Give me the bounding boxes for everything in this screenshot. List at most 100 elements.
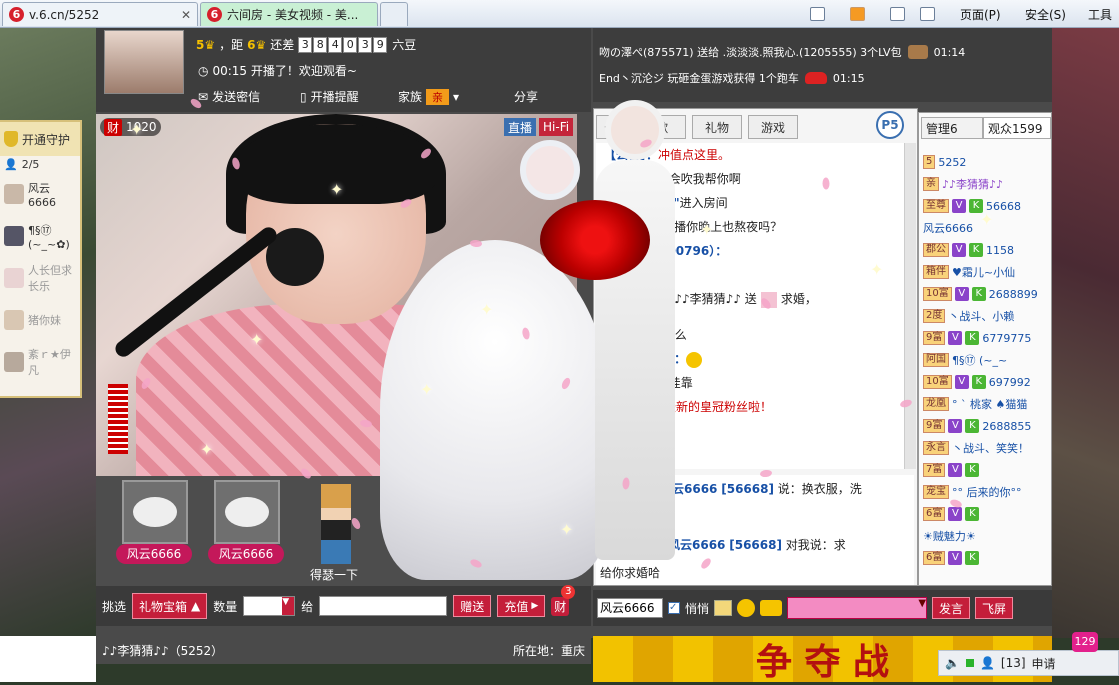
guard-slot[interactable]: 猪你妹 [0,299,80,341]
send-button[interactable]: 发言 [932,597,971,619]
user-row[interactable]: 6富 V K [923,505,982,523]
user-name: 5252 [938,155,967,169]
chat-author[interactable]: 我の唯①： [604,220,662,234]
user-row[interactable]: 9富 V K 2688855 [923,417,1031,435]
level-badge: 9富 [923,331,946,345]
remind-label: 开播提醒 [310,90,359,104]
feeds-button[interactable] [850,4,865,24]
user-row[interactable]: 9富 V K 6779775 [923,329,1031,347]
chat-author[interactable]: 风云6666 [668,538,725,552]
user-icon: 👤 [4,158,18,171]
smile-icon[interactable] [737,599,756,617]
user-row[interactable]: 郡公 V K 1158 [923,241,1014,259]
image-icon[interactable] [714,600,733,616]
chat-author[interactable]: 魅力☀（9100796）： [604,244,727,258]
chat-text[interactable]: 冲值点这里。 [658,148,730,162]
live-tab[interactable]: 直播 [504,118,537,136]
user-name: 2688899 [988,287,1038,301]
user-row[interactable]: 亲 ♪♪李猜猜♪♪ [923,175,1003,193]
user-row[interactable]: 阿国 ¶§⑰ (~_~ [923,351,1007,369]
open-guard-button[interactable]: 开通守护 [0,122,80,156]
user-row[interactable]: ☀贼魅力☀ [923,527,976,545]
level-badge: 箱伴 [923,265,949,279]
user-row[interactable]: 5 5252 [923,153,966,171]
guard-member[interactable]: 风云6666 [0,173,80,215]
chat-author[interactable]: 小@我の唯①： [604,352,686,366]
mail-button[interactable] [890,4,905,24]
home-button[interactable] [810,4,825,24]
page-menu[interactable]: 页面(P) [960,4,1001,24]
right-background [1052,28,1119,638]
browser-tab-1[interactable]: 6 v.6.cn/5252 ✕ [2,2,198,26]
chat-author[interactable]: 风云6666 [660,482,717,496]
user-row[interactable]: 至尊 V K 56668 [923,197,1021,215]
close-icon[interactable]: ✕ [181,8,191,22]
tab-song[interactable]: 点歌 [626,115,686,139]
chat-author[interactable]: 冠群50： [604,172,657,186]
checkbox[interactable]: ✓ [668,602,680,614]
gift-item[interactable] [122,480,188,544]
share-link[interactable]: 分享 [514,88,538,105]
whisper-label: 悄悄 [685,601,710,616]
wealth-button[interactable]: 财 3 [551,584,576,616]
chat-author[interactable]: 【公告】： [604,148,658,162]
user-row[interactable]: 龙凰 ° ` 桃家 ♠猫猫 [923,395,1027,413]
p5-badge[interactable]: P5 [876,111,904,139]
give-button[interactable]: 赠送 [453,595,492,617]
hifi-tab[interactable]: Hi-Fi [539,118,574,136]
tools-menu[interactable]: 工具 [1088,4,1112,24]
feed-line: End丶沉沦ジ 玩砸金蛋游戏获得 1个跑车 01:15 [599,70,865,86]
gift-box-button[interactable]: 礼物宝箱 ▲ [132,593,208,619]
guard-member[interactable]: ¶§⑰ (~_~✿) [0,215,80,257]
chat-target-select[interactable]: 风云6666 [597,598,663,618]
tab-gift[interactable]: 礼物 [692,115,742,139]
new-tab-button[interactable] [380,2,408,26]
chat-line: 冠群50：不会吹我帮你啊 [604,167,906,191]
user-row[interactable]: 10富 V K 697992 [923,373,1031,391]
quantity-input[interactable]: ▼ [243,596,296,616]
safety-menu[interactable]: 安全(S) [1025,4,1066,24]
chat-line: 贼魅力☀：我么 [604,323,906,347]
tab-audience[interactable]: 观众1599 [983,117,1051,139]
user-row[interactable]: 6富 V K [923,549,982,567]
car-icon [804,72,827,84]
notification-badge[interactable]: 129 [1072,632,1098,652]
user-row[interactable]: 箱伴 ♥霜儿~小仙 [923,263,1015,281]
recipient-input[interactable] [319,596,448,616]
chevron-down-icon[interactable]: ▼ [918,598,926,618]
user-row[interactable]: 2度 丶战斗、小赖 [923,307,1014,325]
tool-icon[interactable] [760,600,783,616]
host-avatar[interactable] [104,30,184,94]
action-label[interactable]: 得瑟一下 [310,566,358,583]
apply-link[interactable]: 申请 [1032,655,1056,672]
send-message-link[interactable]: ✉ 发送密信 [198,88,260,105]
guard-slot[interactable]: 人长但求长乐 [0,257,80,299]
chat-author[interactable]: 贼魅力☀： [604,328,663,342]
chevron-down-icon[interactable]: ▼ [282,597,295,615]
user-row[interactable]: 宠宝 °° 后来的你°° [923,483,1022,501]
chat-scrollbar[interactable] [904,143,916,469]
user-row[interactable]: 7富 V K [923,461,982,479]
gift-item[interactable] [214,480,280,544]
print-button[interactable] [920,4,935,24]
speaker-icon[interactable]: 🔈 [945,656,960,670]
chat-author[interactable]: 冠克群50： [604,376,669,390]
browser-tab-2[interactable]: 6 六间房 - 美女视频 - 美... [200,2,378,26]
remind-link[interactable]: ▯ 开播提醒 [300,88,359,105]
chat-input[interactable]: ▼ [787,597,928,619]
recharge-button[interactable]: 充值 ▶ [497,595,546,617]
open-guard-label: 开通守护 [22,132,71,147]
fly-screen-button[interactable]: 飞屏 [975,597,1014,619]
chat-author[interactable]: 杰恋雪1314" [604,196,680,210]
tab-admin[interactable]: 管理6 [921,117,983,139]
family-link[interactable]: 家族亲 ▾ [398,88,459,105]
site-logo-icon: 6 [207,7,222,22]
k-icon: K [965,507,980,521]
user-row[interactable]: 10富 V K 2688899 [923,285,1038,303]
tab-game[interactable]: 游戏 [748,115,798,139]
user-row[interactable]: 永言 丶战斗、笑笑！ [923,439,1029,457]
video-player[interactable]: 财 1020 直播 Hi-Fi [96,114,577,476]
tab-public[interactable]: 公 [596,115,624,139]
user-row[interactable]: 风云6666 [923,219,973,237]
guard-slot[interactable]: 紊ｒ★伊凡 [0,341,80,383]
